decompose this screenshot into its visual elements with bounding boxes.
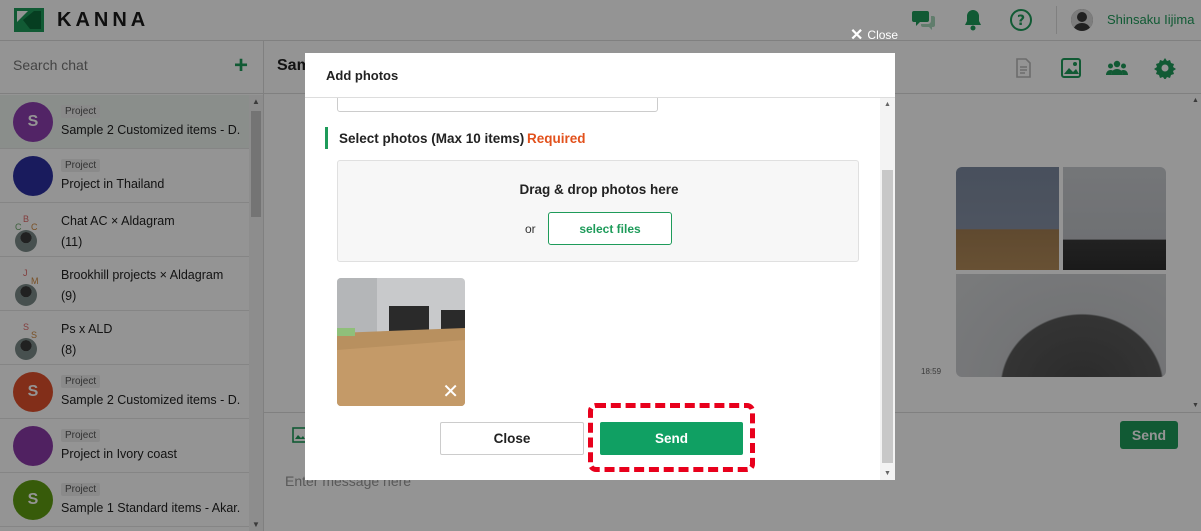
section-accent [325,127,328,149]
dropzone-title: Drag & drop photos here [519,182,679,197]
close-button[interactable]: Close [440,422,584,455]
previous-field[interactable] [337,98,658,112]
add-photos-modal: Add photos Select photos (Max 10 items) … [305,53,895,480]
send-highlight-annotation [588,403,755,472]
photo-dropzone[interactable]: Drag & drop photos here or select files [337,160,859,262]
select-files-button[interactable]: select files [548,212,672,245]
modal-scrollbar-thumb[interactable] [882,170,893,463]
section-label: Select photos (Max 10 items) [339,131,525,146]
close-icon: ✕ [850,27,864,44]
selected-photo-thumbnail[interactable]: ✕ [337,278,465,406]
scroll-up-icon[interactable]: ▲ [884,101,891,108]
or-label: or [525,222,536,236]
modal-scrollbar[interactable]: ▲ ▼ [880,98,895,480]
overlay-close-button[interactable]: ✕ Close [850,25,898,45]
required-label: Required [527,131,586,146]
modal-body: Select photos (Max 10 items) Required Dr… [305,98,880,480]
scroll-down-icon[interactable]: ▼ [884,470,891,477]
modal-title: Add photos [326,68,399,83]
overlay-close-label: Close [867,28,899,42]
modal-header: Add photos [305,53,895,98]
remove-photo-icon[interactable]: ✕ [442,382,459,402]
